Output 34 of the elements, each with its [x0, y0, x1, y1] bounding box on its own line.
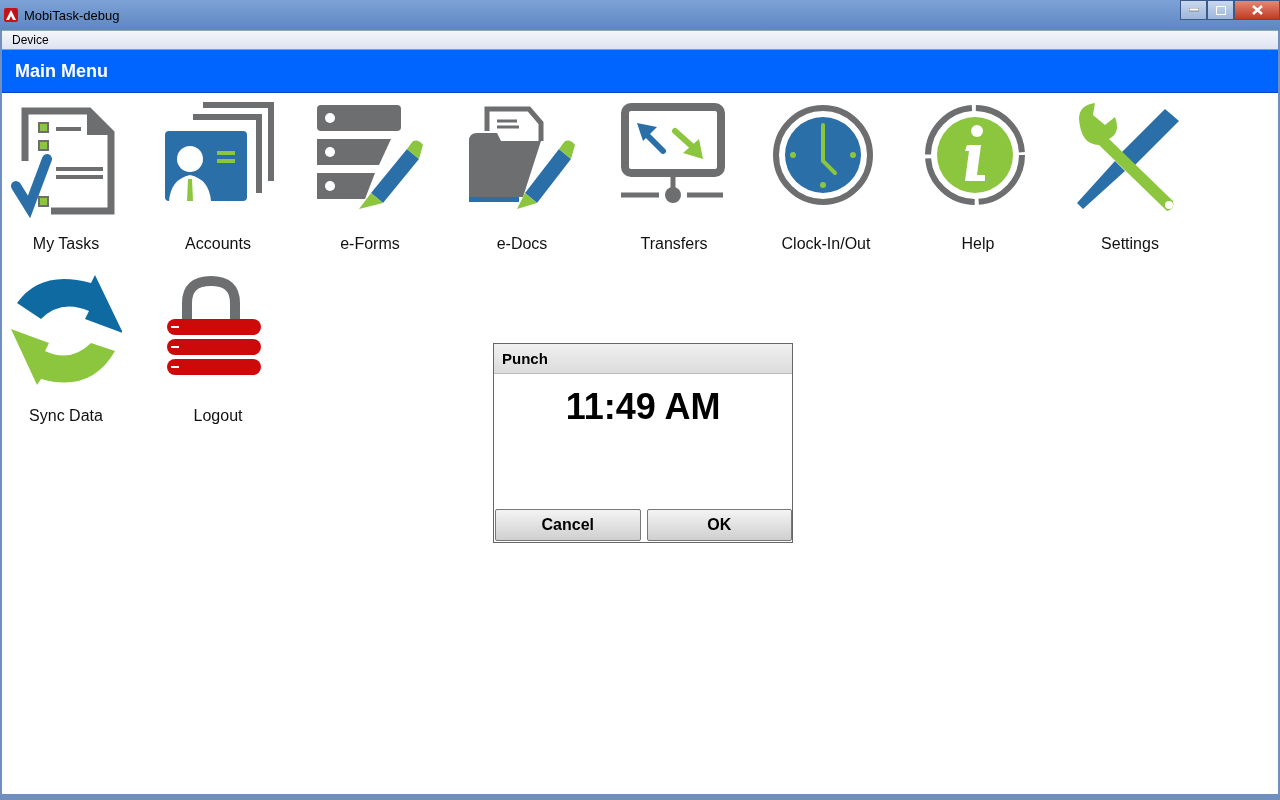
maximize-icon [1215, 5, 1226, 15]
dialog-button[interactable]: OK [646, 509, 792, 541]
menu-tile[interactable]: Accounts [142, 101, 294, 253]
menu-tile[interactable]: Logout [142, 273, 294, 425]
minimize-button[interactable] [1180, 0, 1207, 20]
tile-label: Logout [193, 407, 243, 425]
time-display: 11:49 AM [565, 386, 721, 429]
tile-label: Sync Data [29, 407, 103, 425]
dialog-title: Punch [494, 344, 792, 374]
tile-label: e-Docs [496, 235, 548, 253]
tile-label: Transfers [640, 235, 708, 253]
app-logo-icon [4, 8, 18, 22]
window-title: MobiTask-debug [24, 7, 120, 23]
header-title: Main Menu [15, 60, 108, 82]
menu-tile[interactable]: Help [902, 101, 1054, 253]
menu-tile[interactable]: e-Docs [446, 101, 598, 253]
tile-label: My Tasks [32, 235, 100, 253]
tile-label: Settings [1101, 235, 1159, 253]
tile-label: e-Forms [340, 235, 400, 253]
close-button[interactable] [1234, 0, 1280, 20]
minimize-icon [1188, 8, 1199, 12]
dialog-button[interactable]: Cancel [495, 509, 641, 541]
menu-tile[interactable]: Transfers [598, 101, 750, 253]
menu-tile[interactable]: e-Forms [294, 101, 446, 253]
close-icon [1251, 5, 1263, 15]
menu-tile[interactable]: Clock-In/Out [750, 101, 902, 253]
menu-tile[interactable]: My Tasks [0, 101, 142, 253]
menu-tile[interactable]: Sync Data [0, 273, 142, 425]
menu-tile[interactable]: Settings [1054, 101, 1206, 253]
tile-label: Help [961, 235, 995, 253]
menu-item[interactable]: Device [12, 33, 49, 47]
maximize-button[interactable] [1207, 0, 1234, 20]
tile-label: Accounts [185, 235, 251, 253]
tile-label: Clock-In/Out [781, 235, 871, 253]
